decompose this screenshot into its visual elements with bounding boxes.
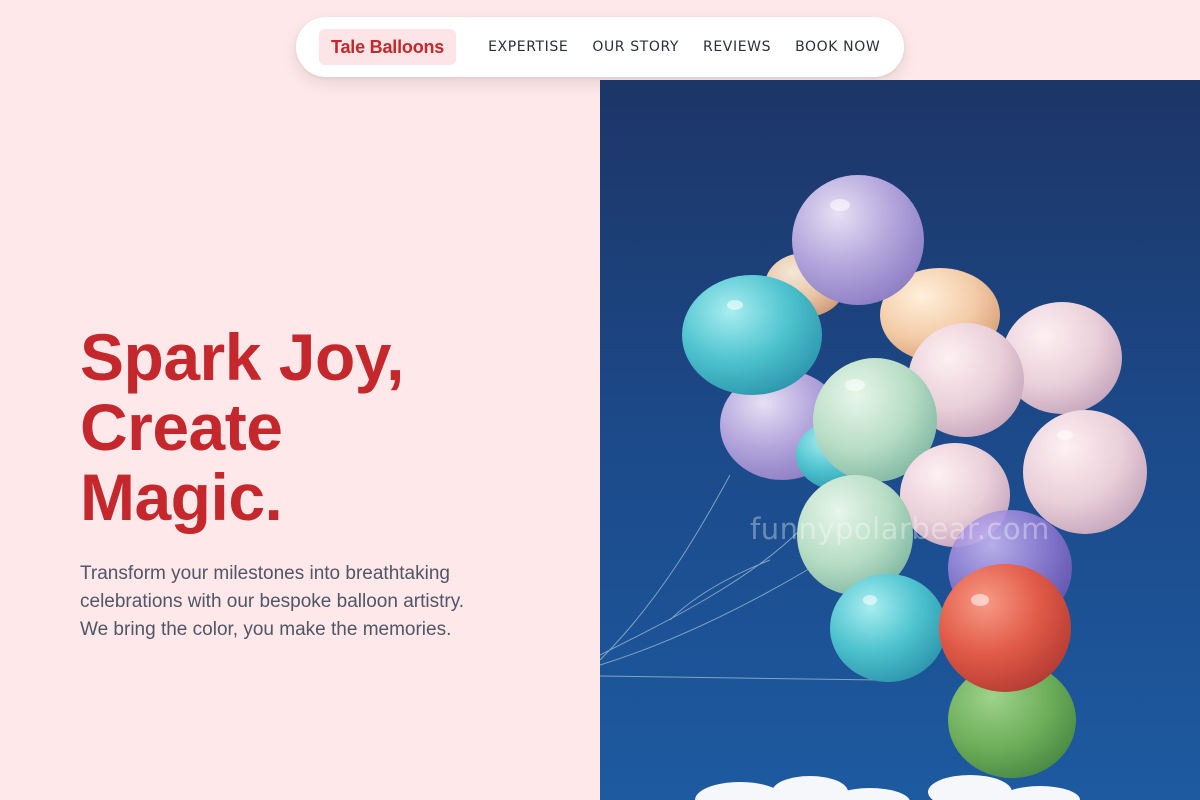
nav-links: EXPERTISE OUR STORY REVIEWS BOOK NOW — [488, 39, 880, 55]
hero-subtitle-line: celebrations with our bespoke balloon ar… — [80, 591, 465, 612]
image-watermark: funnypolarbear.com — [750, 512, 1050, 546]
balloons-illustration — [600, 175, 1147, 800]
nav-link-our-story[interactable]: OUR STORY — [592, 39, 679, 55]
hero-title-line: Spark Joy, — [80, 320, 404, 394]
hero-subtitle: Transform your milestones into breathtak… — [80, 560, 540, 644]
hero-balloon-photo: funnypolarbear.com — [600, 80, 1200, 800]
nav-link-reviews[interactable]: REVIEWS — [703, 39, 771, 55]
brand-logo[interactable]: Tale Balloons — [319, 29, 457, 65]
nav-link-book-now[interactable]: BOOK NOW — [795, 39, 880, 55]
hero-subtitle-line: We bring the color, you make the memorie… — [80, 619, 452, 640]
hero-subtitle-line: Transform your milestones into breathtak… — [80, 563, 450, 584]
hero-title-line: Magic. — [80, 460, 283, 534]
hero-title: Spark Joy, Create Magic. — [80, 322, 580, 532]
nav-link-expertise[interactable]: EXPERTISE — [488, 39, 568, 55]
top-nav: Tale Balloons EXPERTISE OUR STORY REVIEW… — [296, 17, 904, 77]
hero-title-line: Create — [80, 390, 283, 464]
